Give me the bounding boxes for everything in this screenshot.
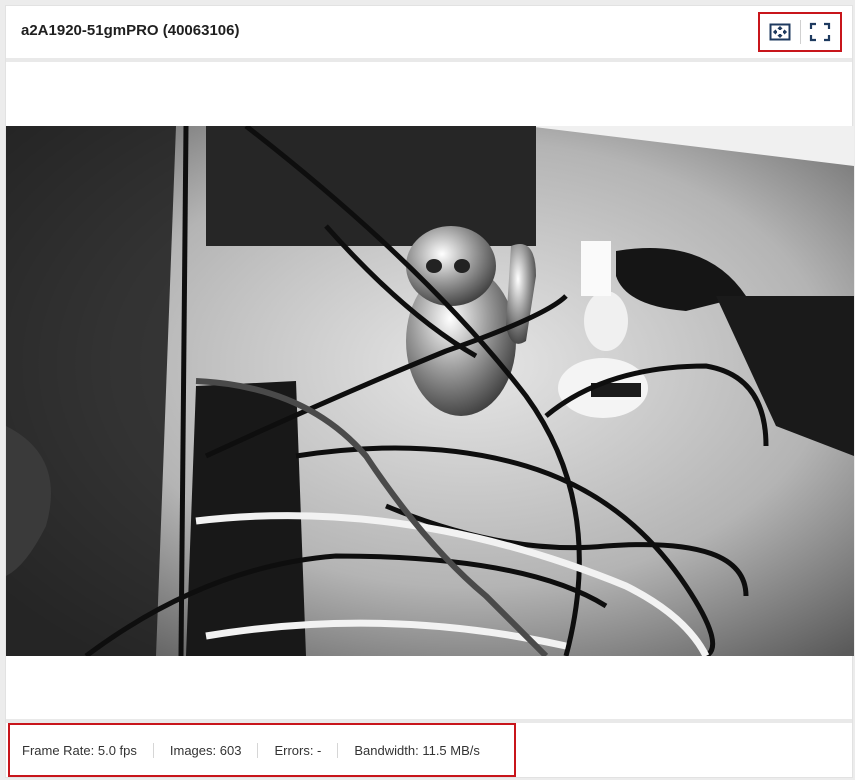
fullscreen-icon [809,22,831,42]
camera-view-panel: a2A1920-51gmPRO (40063106) Frame Rate: 5… [5,5,854,778]
header-actions [758,12,842,52]
live-image-render [6,126,854,656]
panel-header: a2A1920-51gmPRO (40063106) [6,6,852,62]
image-viewer [6,62,854,724]
camera-title: a2A1920-51gmPRO (40063106) [21,22,240,39]
images-stat: Images: 603 [152,742,258,758]
status-footer: Frame Rate: 5.0 fps Images: 603 Errors: … [6,719,852,777]
camera-live-image[interactable] [6,126,854,656]
bandwidth-stat: Bandwidth: 11.5 MB/s [337,742,496,758]
fit-to-view-icon [769,23,791,41]
frame-rate-stat: Frame Rate: 5.0 fps [22,742,137,758]
fit-to-view-button[interactable] [768,20,792,44]
header-divider [799,20,801,44]
fullscreen-button[interactable] [808,20,832,44]
acquisition-stats: Frame Rate: 5.0 fps Images: 603 Errors: … [8,723,516,777]
errors-stat: Errors: - [257,742,337,758]
